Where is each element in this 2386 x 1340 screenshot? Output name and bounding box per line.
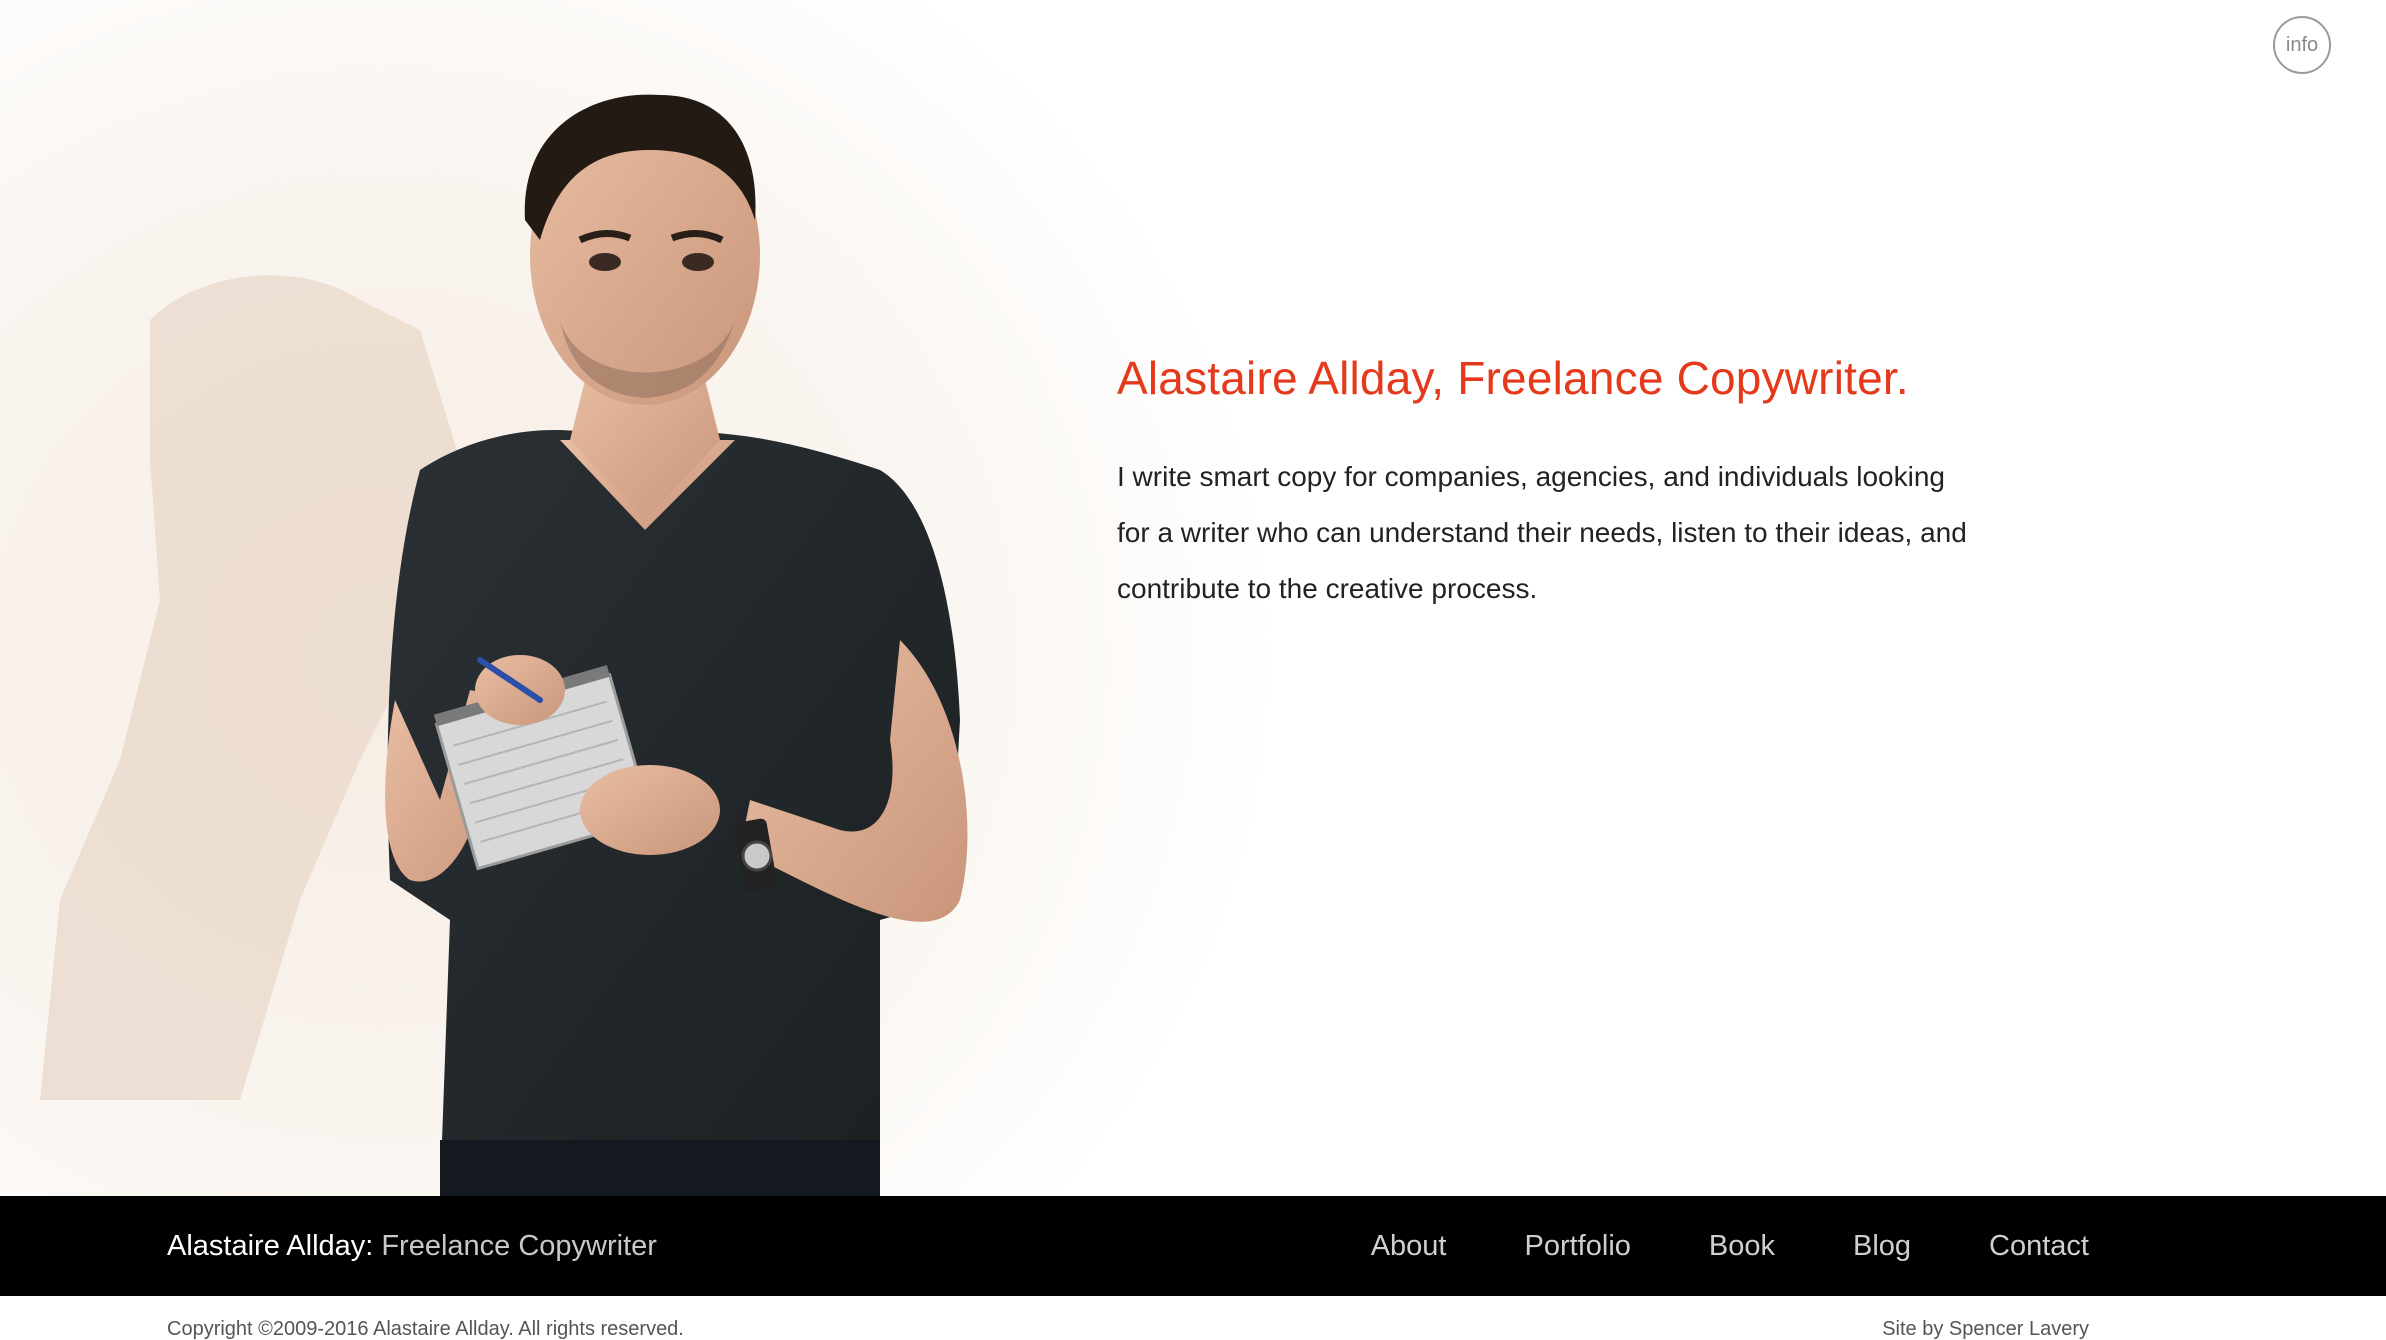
nav-item-about[interactable]: About	[1371, 1230, 1447, 1263]
page-title: Alastaire Allday, Freelance Copywriter.	[1117, 352, 1909, 404]
nav-item-blog[interactable]: Blog	[1853, 1230, 1911, 1263]
nav-item-contact[interactable]: Contact	[1989, 1230, 2089, 1263]
site-brand[interactable]: Alastaire Allday: Freelance Copywriter	[167, 1196, 657, 1296]
intro-paragraph: I write smart copy for companies, agenci…	[1117, 461, 1967, 604]
nav-item-book[interactable]: Book	[1709, 1230, 1775, 1263]
info-button[interactable]: info	[2273, 16, 2331, 74]
footer-bar: Alastaire Allday: Freelance Copywriter A…	[0, 1196, 2386, 1296]
portrait-photo	[0, 0, 1280, 1196]
brand-name: Alastaire Allday:	[167, 1229, 374, 1262]
hero-section: info Alastaire Allday, Freelance Copywri…	[0, 0, 2386, 1196]
copyright-text: Copyright ©2009-2016 Alastaire Allday. A…	[167, 1318, 684, 1340]
page: info Alastaire Allday, Freelance Copywri…	[0, 0, 2386, 1340]
brand-role: Freelance Copywriter	[381, 1229, 657, 1262]
bottom-strip: Copyright ©2009-2016 Alastaire Allday. A…	[0, 1296, 2386, 1340]
site-credit-link[interactable]: Site by Spencer Lavery	[1882, 1318, 2089, 1340]
main-nav: About Portfolio Book Blog Contact	[1371, 1196, 2089, 1296]
intro-block: Alastaire Allday, Freelance Copywriter. …	[1117, 345, 2017, 617]
nav-item-portfolio[interactable]: Portfolio	[1525, 1230, 1631, 1263]
